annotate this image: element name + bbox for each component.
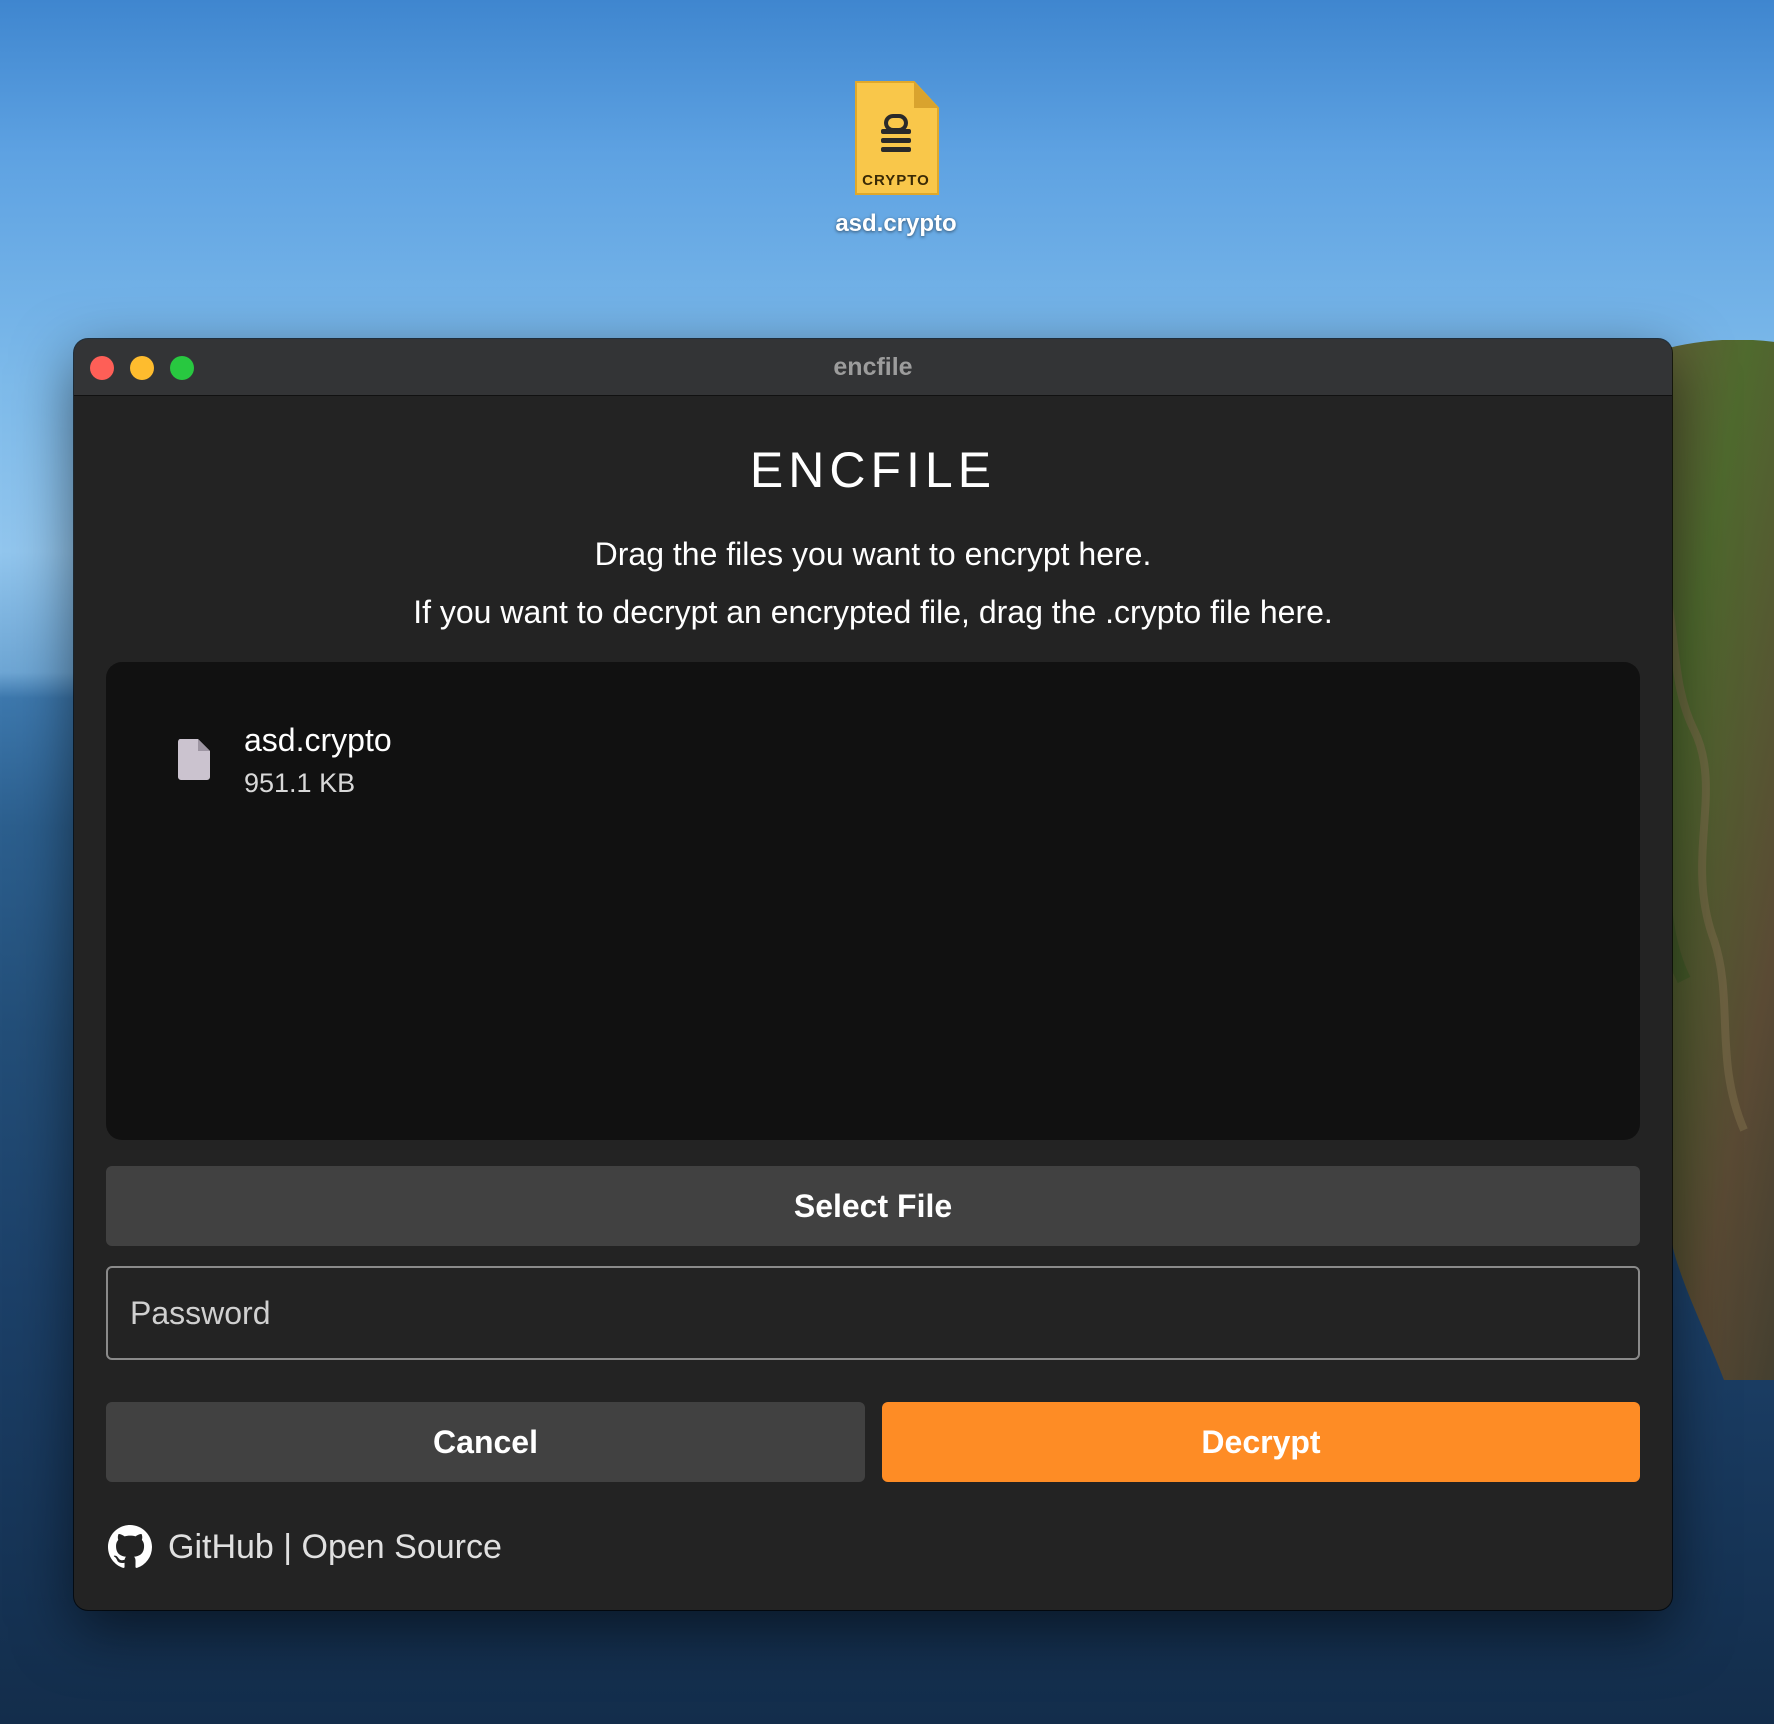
file-drop-zone[interactable]: asd.crypto 951.1 KB xyxy=(106,662,1640,1140)
instruction-decrypt: If you want to decrypt an encrypted file… xyxy=(413,594,1333,630)
decrypt-button[interactable]: Decrypt xyxy=(882,1402,1640,1482)
instruction-encrypt: Drag the files you want to encrypt here. xyxy=(594,536,1152,572)
github-icon xyxy=(108,1525,152,1568)
app-title: ENCFILE xyxy=(749,442,997,498)
encrypted-document-icon: CRYPTO xyxy=(850,78,942,198)
window-title: encfile xyxy=(833,353,913,381)
desktop-file-icon[interactable]: CRYPTO asd.crypto xyxy=(820,78,972,238)
window-titlebar[interactable]: encfile xyxy=(74,339,1672,396)
select-file-button[interactable]: Select File xyxy=(106,1166,1640,1246)
password-input[interactable] xyxy=(106,1266,1640,1360)
cancel-button[interactable]: Cancel xyxy=(106,1402,865,1482)
file-icon xyxy=(178,739,210,780)
desktop-file-name: asd.crypto xyxy=(835,210,957,237)
document-type-label: CRYPTO xyxy=(862,172,930,189)
file-size: 951.1 KB xyxy=(244,768,356,798)
github-link[interactable]: GitHub | Open Source xyxy=(108,1523,502,1571)
app-window: encfile ENCFILE Drag the files you want … xyxy=(74,339,1672,1610)
file-name: asd.crypto xyxy=(244,722,392,758)
github-link-label: GitHub | Open Source xyxy=(168,1527,502,1566)
desktop: CRYPTO asd.crypto encfile ENCFILE Drag t… xyxy=(0,0,1774,1724)
